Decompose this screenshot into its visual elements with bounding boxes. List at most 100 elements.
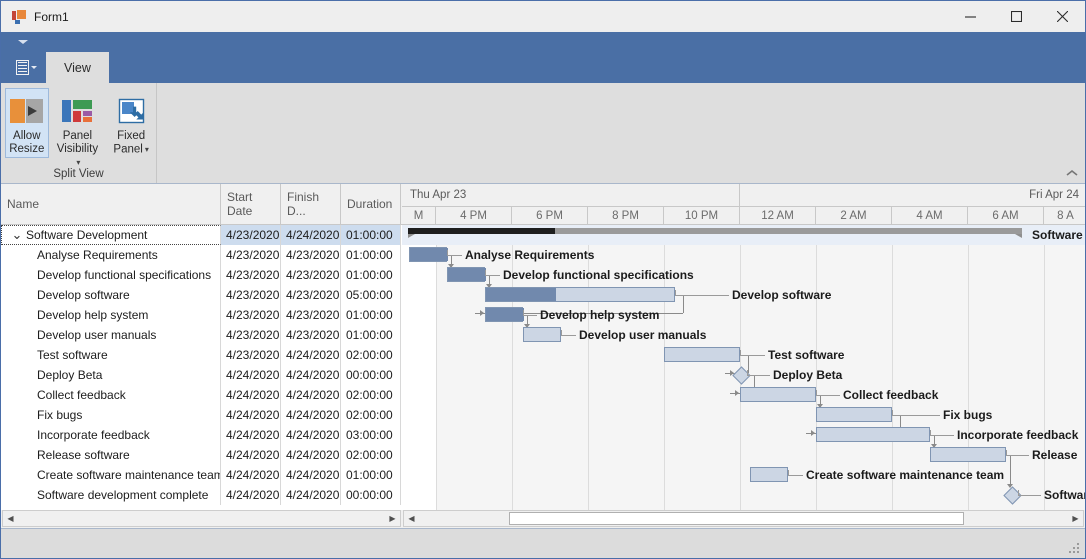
task-bar[interactable]: [816, 427, 930, 442]
task-bar[interactable]: [750, 467, 788, 482]
column-header-name[interactable]: Name: [1, 184, 221, 224]
panel-visibility-button[interactable]: Panel Visibility▾: [53, 88, 103, 172]
cell-duration[interactable]: 01:00:00: [341, 465, 401, 485]
table-row[interactable]: Develop functional specifications 4/23/20…: [1, 265, 402, 285]
cell-duration[interactable]: 01:00:00: [341, 325, 401, 345]
scroll-right-icon[interactable]: ▶: [385, 511, 400, 526]
maximize-icon[interactable]: [993, 1, 1039, 32]
cell-finish-date[interactable]: 4/23/2020: [281, 325, 341, 345]
cell-name[interactable]: ⌄ Software Development: [1, 225, 221, 245]
table-row[interactable]: Incorporate feedback 4/24/2020 4/24/2020 03…: [1, 425, 402, 445]
cell-name[interactable]: Develop user manuals: [1, 325, 221, 345]
gantt-scroll-track[interactable]: [419, 511, 1068, 526]
cell-name[interactable]: Analyse Requirements: [1, 245, 221, 265]
column-header-finish-date[interactable]: Finish D...: [281, 184, 341, 224]
cell-name[interactable]: Fix bugs: [1, 405, 221, 425]
cell-duration[interactable]: 01:00:00: [341, 305, 401, 325]
column-header-start-date[interactable]: Start Date: [221, 184, 281, 224]
cell-start-date[interactable]: 4/23/2020: [221, 345, 281, 365]
column-header-duration[interactable]: Duration: [341, 184, 401, 224]
cell-duration[interactable]: 05:00:00: [341, 285, 401, 305]
cell-start-date[interactable]: 4/23/2020: [221, 265, 281, 285]
cell-start-date[interactable]: 4/24/2020: [221, 425, 281, 445]
cell-name[interactable]: Release software: [1, 445, 221, 465]
cell-name[interactable]: Incorporate feedback: [1, 425, 221, 445]
cell-finish-date[interactable]: 4/23/2020: [281, 305, 341, 325]
cell-name[interactable]: Develop software: [1, 285, 221, 305]
cell-duration[interactable]: 02:00:00: [341, 405, 401, 425]
cell-duration[interactable]: 02:00:00: [341, 445, 401, 465]
table-row[interactable]: Develop software 4/23/2020 4/23/2020 05:00:…: [1, 285, 402, 305]
cell-name[interactable]: Create software maintenance team: [1, 465, 221, 485]
allow-resize-button[interactable]: Allow Resize: [5, 88, 49, 158]
gantt-scroll-thumb[interactable]: [509, 512, 964, 525]
resize-gripper[interactable]: [1069, 543, 1081, 555]
task-bar[interactable]: [740, 387, 816, 402]
cell-start-date[interactable]: 4/24/2020: [221, 465, 281, 485]
table-row[interactable]: Develop user manuals 4/23/2020 4/23/2020 01…: [1, 325, 402, 345]
table-row[interactable]: Collect feedback 4/24/2020 4/24/2020 02:00:…: [1, 385, 402, 405]
scroll-right-icon[interactable]: ▶: [1068, 511, 1083, 526]
chevron-down-icon[interactable]: ▾: [145, 143, 149, 156]
cell-duration[interactable]: 02:00:00: [341, 385, 401, 405]
cell-finish-date[interactable]: 4/24/2020: [281, 385, 341, 405]
file-menu-button[interactable]: [7, 52, 45, 83]
cell-finish-date[interactable]: 4/23/2020: [281, 285, 341, 305]
cell-start-date[interactable]: 4/23/2020: [221, 225, 281, 245]
task-bar[interactable]: [664, 347, 740, 362]
task-bar[interactable]: [523, 327, 561, 342]
cell-finish-date[interactable]: 4/23/2020: [281, 245, 341, 265]
gantt-row[interactable]: [402, 485, 1085, 505]
table-row[interactable]: Release software 4/24/2020 4/24/2020 02:00:…: [1, 445, 402, 465]
grid-scroll-track[interactable]: [18, 511, 385, 526]
scroll-left-icon[interactable]: ◀: [404, 511, 419, 526]
scroll-left-icon[interactable]: ◀: [3, 511, 18, 526]
cell-finish-date[interactable]: 4/24/2020: [281, 485, 341, 505]
collapse-ribbon-icon[interactable]: [1065, 168, 1079, 181]
summary-bar[interactable]: [408, 228, 1022, 238]
gantt-body[interactable]: Software Analyse Requirements Develop func…: [402, 225, 1085, 510]
task-bar[interactable]: [447, 267, 486, 282]
cell-duration[interactable]: 01:00:00: [341, 225, 401, 245]
gantt-horizontal-scrollbar[interactable]: ◀ ▶: [403, 510, 1084, 527]
cell-start-date[interactable]: 4/24/2020: [221, 385, 281, 405]
fixed-panel-button[interactable]: Fixed Panel ▾: [106, 88, 156, 159]
cell-duration[interactable]: 03:00:00: [341, 425, 401, 445]
cell-name[interactable]: Software development complete: [1, 485, 221, 505]
table-row[interactable]: Test software 4/23/2020 4/24/2020 02:00:00: [1, 345, 402, 365]
cell-duration[interactable]: 01:00:00: [341, 245, 401, 265]
cell-name[interactable]: Deploy Beta: [1, 365, 221, 385]
cell-start-date[interactable]: 4/23/2020: [221, 305, 281, 325]
cell-start-date[interactable]: 4/24/2020: [221, 365, 281, 385]
cell-name[interactable]: Test software: [1, 345, 221, 365]
cell-start-date[interactable]: 4/24/2020: [221, 485, 281, 505]
task-bar[interactable]: [409, 247, 448, 262]
cell-duration[interactable]: 02:00:00: [341, 345, 401, 365]
table-row[interactable]: Analyse Requirements 4/23/2020 4/23/2020 01…: [1, 245, 402, 265]
table-row[interactable]: Fix bugs 4/24/2020 4/24/2020 02:00:00: [1, 405, 402, 425]
cell-finish-date[interactable]: 4/23/2020: [281, 265, 341, 285]
cell-start-date[interactable]: 4/23/2020: [221, 245, 281, 265]
cell-duration[interactable]: 00:00:00: [341, 365, 401, 385]
table-row[interactable]: Software development complete 4/24/2020 4/…: [1, 485, 402, 505]
table-row[interactable]: Deploy Beta 4/24/2020 4/24/2020 00:00:00: [1, 365, 402, 385]
quick-access-dropdown-icon[interactable]: [18, 40, 28, 44]
close-icon[interactable]: [1039, 1, 1085, 32]
cell-start-date[interactable]: 4/24/2020: [221, 405, 281, 425]
grid-horizontal-scrollbar[interactable]: ◀ ▶: [2, 510, 401, 527]
cell-finish-date[interactable]: 4/24/2020: [281, 405, 341, 425]
cell-start-date[interactable]: 4/23/2020: [221, 285, 281, 305]
table-row[interactable]: Develop help system 4/23/2020 4/23/2020 01:…: [1, 305, 402, 325]
cell-start-date[interactable]: 4/23/2020: [221, 325, 281, 345]
cell-finish-date[interactable]: 4/24/2020: [281, 465, 341, 485]
cell-duration[interactable]: 00:00:00: [341, 485, 401, 505]
cell-name[interactable]: Collect feedback: [1, 385, 221, 405]
cell-start-date[interactable]: 4/24/2020: [221, 445, 281, 465]
table-row[interactable]: Create software maintenance team 4/24/202…: [1, 465, 402, 485]
task-bar[interactable]: [485, 287, 675, 302]
cell-name[interactable]: Develop functional specifications: [1, 265, 221, 285]
task-bar[interactable]: [816, 407, 892, 422]
cell-finish-date[interactable]: 4/24/2020: [281, 445, 341, 465]
task-bar[interactable]: [485, 307, 524, 322]
cell-finish-date[interactable]: 4/24/2020: [281, 225, 341, 245]
